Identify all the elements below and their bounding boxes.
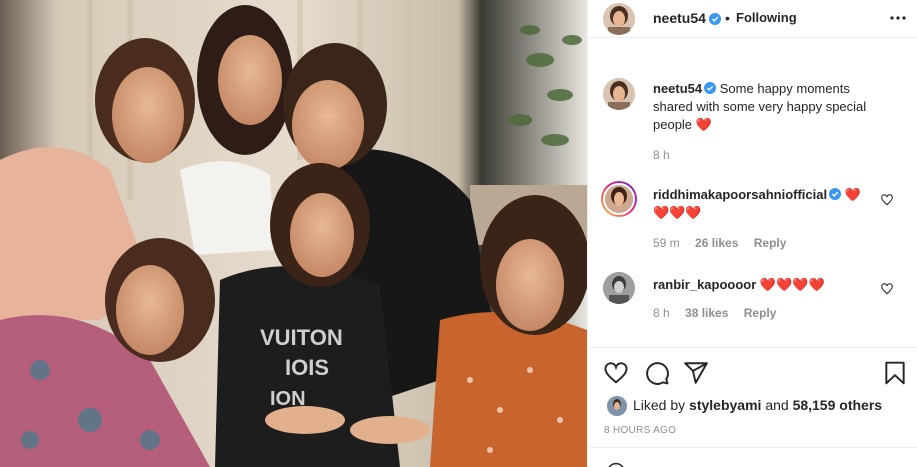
comment-time[interactable]: 59 m <box>653 236 680 250</box>
comment-likes[interactable]: 26 likes <box>695 236 738 250</box>
post-header: neetu54 • Following <box>588 0 917 38</box>
avatar-image <box>607 396 627 416</box>
comment-meta: 8 h 38 likes Reply <box>653 306 776 320</box>
owner-username[interactable]: neetu54 <box>653 10 706 26</box>
comment-time[interactable]: 8 h <box>653 306 670 320</box>
following-button[interactable]: Following <box>736 10 797 25</box>
comment: riddhimakapoorsahniofficial ❤️ ❤️❤️❤️ <box>653 186 868 222</box>
comment-avatar[interactable] <box>601 181 637 217</box>
avatar[interactable] <box>603 3 635 35</box>
share-icon[interactable] <box>683 360 709 386</box>
comment-meta: 59 m 26 likes Reply <box>653 236 786 250</box>
comment-text: ❤️❤️❤️❤️ <box>759 277 825 292</box>
verified-icon <box>709 13 721 25</box>
post-timestamp[interactable]: 8 HOURS AGO <box>604 425 676 436</box>
verified-icon <box>704 82 717 94</box>
comment: ranbir_kapoooor ❤️❤️❤️❤️ <box>653 276 868 294</box>
caption-avatar[interactable] <box>603 78 635 110</box>
heart-icon[interactable] <box>603 360 629 386</box>
post-actions: Liked by stylebyami and 58,159 others 8 … <box>588 347 917 447</box>
comment-avatar[interactable] <box>603 272 635 304</box>
reply-button[interactable]: Reply <box>744 306 777 320</box>
comments-list[interactable]: neetu54 Some happy moments shared with s… <box>588 38 917 344</box>
comment-username[interactable]: riddhimakapoorsahniofficial <box>653 187 827 202</box>
liker-avatar[interactable] <box>607 396 627 416</box>
comment-icon[interactable] <box>644 360 670 386</box>
likes-connector: and <box>765 397 789 413</box>
caption-username[interactable]: neetu54 <box>653 81 702 96</box>
comment-username[interactable]: ranbir_kapoooor <box>653 277 756 292</box>
save-icon[interactable] <box>882 360 908 386</box>
comment-likes[interactable]: 38 likes <box>685 306 728 320</box>
more-icon[interactable] <box>888 8 908 28</box>
avatar-image <box>603 272 635 304</box>
emoji-icon[interactable] <box>606 462 626 467</box>
verified-icon <box>829 188 842 200</box>
avatar-image <box>603 78 635 110</box>
likes-summary: Liked by stylebyami and 58,159 others <box>633 397 882 413</box>
avatar-image <box>603 183 635 215</box>
comment-like-heart-icon[interactable] <box>880 282 894 296</box>
likes-count[interactable]: 58,159 others <box>793 397 883 413</box>
caption: neetu54 Some happy moments shared with s… <box>653 80 893 134</box>
post-photo[interactable]: VUITON IOIS ION <box>0 0 587 467</box>
liked-by-label: Liked by <box>633 397 686 413</box>
caption-time[interactable]: 8 h <box>653 148 670 162</box>
shirt-text-1: VUITON <box>260 325 343 350</box>
avatar-image <box>603 3 635 35</box>
comment-like-heart-icon[interactable] <box>880 193 894 207</box>
reply-button[interactable]: Reply <box>754 236 787 250</box>
separator-dot: • <box>725 10 730 26</box>
post-photo-art: VUITON IOIS ION <box>0 0 587 467</box>
add-comment-bar[interactable] <box>588 447 917 467</box>
post-details-panel: neetu54 • Following neetu54 Some happy m… <box>587 0 917 467</box>
avatar-photo <box>605 185 633 213</box>
liked-by-user[interactable]: stylebyami <box>689 397 761 413</box>
shirt-text-2: IOIS <box>285 355 329 380</box>
